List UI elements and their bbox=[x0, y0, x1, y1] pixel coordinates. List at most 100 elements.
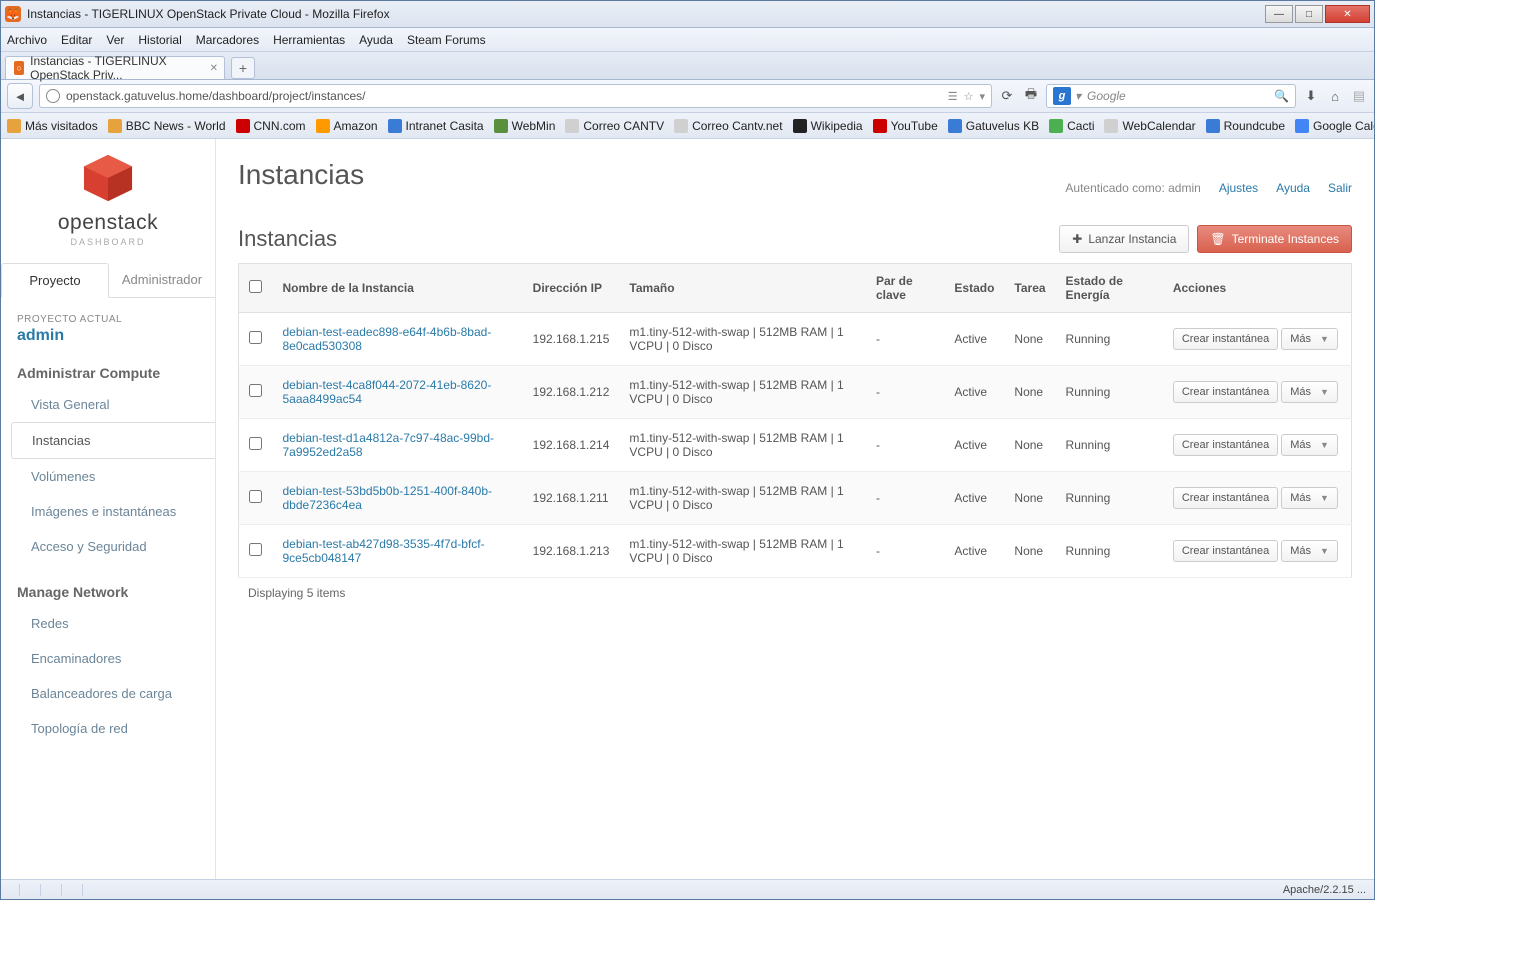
col-name[interactable]: Nombre de la Instancia bbox=[273, 264, 523, 313]
dropdown-icon[interactable]: ▾ bbox=[979, 90, 985, 103]
sidebar-item-instancias[interactable]: Instancias bbox=[11, 422, 215, 459]
more-actions-button[interactable]: Más▼ bbox=[1281, 328, 1338, 350]
snapshot-button[interactable]: Crear instantánea bbox=[1173, 381, 1278, 403]
trash-icon: 🗑 bbox=[1210, 232, 1225, 246]
bookmark-label: CNN.com bbox=[254, 119, 306, 133]
row-checkbox[interactable] bbox=[249, 331, 262, 344]
bookmark-item[interactable]: YouTube bbox=[873, 119, 938, 133]
more-actions-button[interactable]: Más▼ bbox=[1281, 434, 1338, 456]
reload-button[interactable]: ⟳ bbox=[998, 87, 1016, 105]
instance-name-link[interactable]: debian-test-4ca8f044-2072-41eb-8620-5aaa… bbox=[283, 378, 492, 406]
menu-archivo[interactable]: Archivo bbox=[7, 33, 47, 47]
menu-herramientas[interactable]: Herramientas bbox=[273, 33, 345, 47]
cell-size: m1.tiny-512-with-swap | 512MB RAM | 1 VC… bbox=[619, 525, 866, 578]
col-size[interactable]: Tamaño bbox=[619, 264, 866, 313]
bookmark-icon bbox=[1206, 119, 1220, 133]
menu-ver[interactable]: Ver bbox=[106, 33, 124, 47]
terminate-instances-button[interactable]: 🗑 Terminate Instances bbox=[1197, 225, 1352, 253]
tab-close-icon[interactable]: ✕ bbox=[210, 63, 218, 74]
sidebar-tab-admin[interactable]: Administrador bbox=[109, 263, 215, 297]
more-actions-button[interactable]: Más▼ bbox=[1281, 487, 1338, 509]
bookmark-item[interactable]: Google Calendar bbox=[1295, 119, 1374, 133]
sidebar-item-vista-general[interactable]: Vista General bbox=[1, 387, 215, 422]
instance-name-link[interactable]: debian-test-d1a4812a-7c97-48ac-99bd-7a99… bbox=[283, 431, 494, 459]
menu-ayuda[interactable]: Ayuda bbox=[359, 33, 393, 47]
sidebar-item-imágenes-e-instantáneas[interactable]: Imágenes e instantáneas bbox=[1, 494, 215, 529]
search-box[interactable]: g ▾ Google 🔍 bbox=[1046, 84, 1296, 108]
tab-current[interactable]: ○ Instancias - TIGERLINUX OpenStack Priv… bbox=[5, 56, 225, 79]
cell-size: m1.tiny-512-with-swap | 512MB RAM | 1 VC… bbox=[619, 419, 866, 472]
more-actions-button[interactable]: Más▼ bbox=[1281, 540, 1338, 562]
menu-editar[interactable]: Editar bbox=[61, 33, 92, 47]
snapshot-button[interactable]: Crear instantánea bbox=[1173, 328, 1278, 350]
menu-historial[interactable]: Historial bbox=[138, 33, 181, 47]
snapshot-button[interactable]: Crear instantánea bbox=[1173, 487, 1278, 509]
cell-keypair: - bbox=[866, 366, 944, 419]
downloads-button[interactable]: ⬇ bbox=[1302, 87, 1320, 105]
sidebar-item-topología-de-red[interactable]: Topología de red bbox=[1, 711, 215, 746]
menu-button[interactable]: ▤ bbox=[1350, 87, 1368, 105]
more-actions-button[interactable]: Más▼ bbox=[1281, 381, 1338, 403]
bookmark-item[interactable]: Roundcube bbox=[1206, 119, 1285, 133]
instance-name-link[interactable]: debian-test-eadec898-e64f-4b6b-8bad-8e0c… bbox=[283, 325, 492, 353]
new-tab-button[interactable]: + bbox=[231, 57, 255, 79]
row-checkbox[interactable] bbox=[249, 543, 262, 556]
address-bar[interactable]: openstack.gatuvelus.home/dashboard/proje… bbox=[39, 84, 992, 108]
cell-power: Running bbox=[1056, 366, 1163, 419]
col-ip[interactable]: Dirección IP bbox=[523, 264, 620, 313]
cell-state: Active bbox=[944, 313, 1004, 366]
print-button[interactable]: 🖶 bbox=[1022, 87, 1040, 105]
cell-keypair: - bbox=[866, 419, 944, 472]
bookmark-item[interactable]: CNN.com bbox=[236, 119, 306, 133]
link-ajustes[interactable]: Ajustes bbox=[1219, 181, 1258, 195]
menu-steam-forums[interactable]: Steam Forums bbox=[407, 33, 486, 47]
bookmark-icon bbox=[494, 119, 508, 133]
select-all-checkbox[interactable] bbox=[249, 280, 262, 293]
row-checkbox[interactable] bbox=[249, 490, 262, 503]
bookmark-icon bbox=[873, 119, 887, 133]
sidebar-item-balanceadores-de-carga[interactable]: Balanceadores de carga bbox=[1, 676, 215, 711]
link-salir[interactable]: Salir bbox=[1328, 181, 1352, 195]
sidebar-item-encaminadores[interactable]: Encaminadores bbox=[1, 641, 215, 676]
sidebar-tab-project[interactable]: Proyecto bbox=[1, 263, 109, 298]
row-checkbox[interactable] bbox=[249, 384, 262, 397]
bookmark-item[interactable]: Correo Cantv.net bbox=[674, 119, 783, 133]
col-state[interactable]: Estado bbox=[944, 264, 1004, 313]
reader-icon[interactable]: ☰ bbox=[948, 90, 958, 103]
bookmark-item[interactable]: Wikipedia bbox=[793, 119, 863, 133]
back-button[interactable]: ◄ bbox=[7, 83, 33, 109]
bookmark-item[interactable]: WebCalendar bbox=[1104, 119, 1195, 133]
chevron-down-icon: ▼ bbox=[1320, 440, 1329, 450]
bookmark-item[interactable]: Amazon bbox=[316, 119, 378, 133]
col-task[interactable]: Tarea bbox=[1004, 264, 1055, 313]
maximize-button[interactable]: □ bbox=[1295, 5, 1323, 23]
col-power[interactable]: Estado de Energía bbox=[1056, 264, 1163, 313]
bookmark-item[interactable]: WebMin bbox=[494, 119, 556, 133]
bookmark-item[interactable]: BBC News - World bbox=[108, 119, 226, 133]
link-ayuda[interactable]: Ayuda bbox=[1276, 181, 1310, 195]
sidebar-item-redes[interactable]: Redes bbox=[1, 606, 215, 641]
menu-marcadores[interactable]: Marcadores bbox=[196, 33, 259, 47]
bookmark-item[interactable]: Intranet Casita bbox=[388, 119, 484, 133]
home-button[interactable]: ⌂ bbox=[1326, 87, 1344, 105]
minimize-button[interactable]: — bbox=[1265, 5, 1293, 23]
instance-name-link[interactable]: debian-test-ab427d98-3535-4f7d-bfcf-9ce5… bbox=[283, 537, 485, 565]
bookmark-item[interactable]: Más visitados bbox=[7, 119, 98, 133]
tabstrip: ○ Instancias - TIGERLINUX OpenStack Priv… bbox=[1, 52, 1374, 80]
cell-state: Active bbox=[944, 419, 1004, 472]
snapshot-button[interactable]: Crear instantánea bbox=[1173, 540, 1278, 562]
close-button[interactable]: ✕ bbox=[1325, 5, 1370, 23]
snapshot-button[interactable]: Crear instantánea bbox=[1173, 434, 1278, 456]
bookmark-item[interactable]: Gatuvelus KB bbox=[948, 119, 1039, 133]
bookmark-item[interactable]: Correo CANTV bbox=[565, 119, 664, 133]
cell-task: None bbox=[1004, 472, 1055, 525]
sidebar-item-acceso-y-seguridad[interactable]: Acceso y Seguridad bbox=[1, 529, 215, 564]
launch-instance-button[interactable]: ✚ Lanzar Instancia bbox=[1059, 225, 1189, 253]
col-keypair[interactable]: Par de clave bbox=[866, 264, 944, 313]
bookmark-item[interactable]: Cacti bbox=[1049, 119, 1094, 133]
instance-name-link[interactable]: debian-test-53bd5b0b-1251-400f-840b-dbde… bbox=[283, 484, 493, 512]
row-checkbox[interactable] bbox=[249, 437, 262, 450]
sidebar-item-volúmenes[interactable]: Volúmenes bbox=[1, 459, 215, 494]
bookmark-star-icon[interactable]: ☆ bbox=[964, 90, 974, 103]
search-icon[interactable]: 🔍 bbox=[1274, 89, 1289, 103]
